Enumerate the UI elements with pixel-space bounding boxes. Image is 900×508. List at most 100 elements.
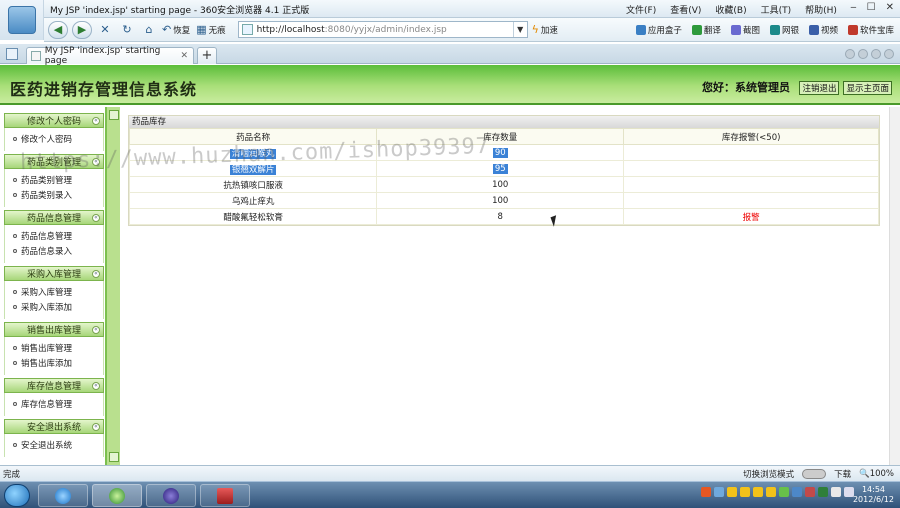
- sidebar-item[interactable]: 采购入库添加: [5, 299, 103, 314]
- clock-date: 2012/6/12: [852, 495, 894, 504]
- browser-360-icon: [109, 487, 125, 504]
- taskbar-eclipse[interactable]: [146, 484, 196, 507]
- restore-button[interactable]: ↶ 恢复: [162, 21, 192, 39]
- tray-icon[interactable]: [831, 487, 841, 497]
- compat-mode-button[interactable]: 切换浏览模式: [743, 468, 794, 480]
- sidebar-group-header[interactable]: 库存信息管理 «: [4, 378, 104, 393]
- speed-button[interactable]: ϟ 加速: [532, 21, 560, 39]
- home-page-link[interactable]: 显示主页面: [843, 81, 892, 95]
- menu-item[interactable]: 文件(F): [626, 3, 656, 16]
- tab-scroll-left-icon[interactable]: [845, 49, 855, 59]
- sidebar-item-label: 采购入库管理: [21, 287, 73, 298]
- splitter-down-button[interactable]: [109, 452, 119, 462]
- content-scrollbar[interactable]: [889, 107, 900, 465]
- maximize-icon[interactable]: ☐: [867, 2, 876, 13]
- sidebar-item[interactable]: 药品信息管理: [5, 228, 103, 243]
- logout-link[interactable]: 注销退出: [799, 81, 840, 95]
- menu-item[interactable]: 工具(T): [761, 3, 792, 16]
- sidebar-group-header[interactable]: 药品信息管理 «: [4, 210, 104, 225]
- taskbar-360-browser[interactable]: [92, 484, 142, 507]
- address-bar[interactable]: http://localhost:8080/yyjx/admin/index.j…: [237, 21, 528, 38]
- new-tab-button[interactable]: +: [197, 47, 217, 64]
- collapse-icon[interactable]: «: [92, 382, 100, 390]
- tray-icon[interactable]: [727, 487, 737, 497]
- app-shortcut-icon: [635, 24, 646, 35]
- tab-menu-icon[interactable]: [871, 49, 881, 59]
- menu-item[interactable]: 查看(V): [670, 3, 701, 16]
- sidebar-item[interactable]: 销售出库添加: [5, 355, 103, 370]
- home-button[interactable]: ⌂: [140, 21, 158, 39]
- collapse-icon[interactable]: «: [92, 423, 100, 431]
- tab-index-page[interactable]: My JSP 'index.jsp' starting page ✕: [26, 46, 194, 66]
- refresh-button[interactable]: ↻: [118, 21, 136, 39]
- sidebar-group-header[interactable]: 修改个人密码 «: [4, 113, 104, 128]
- cell-name: 乌鸡止痒丸: [128, 192, 378, 209]
- taskbar-app[interactable]: [200, 484, 250, 507]
- address-url[interactable]: http://localhost:8080/yyjx/admin/index.j…: [257, 25, 513, 35]
- tab-scroll-right-icon[interactable]: [858, 49, 868, 59]
- table-row: 抗热镇咳口服液 100: [128, 176, 879, 193]
- tray-icon[interactable]: [779, 487, 789, 497]
- splitter-up-button[interactable]: [109, 110, 119, 120]
- download-button[interactable]: 下载: [834, 468, 851, 480]
- zoom-icon: 🔍: [859, 468, 870, 479]
- collapse-icon[interactable]: «: [92, 117, 100, 125]
- taskbar-ie[interactable]: [38, 484, 88, 507]
- sidebar-group-title: 库存信息管理: [26, 382, 81, 392]
- app-shortcut[interactable]: 视频: [808, 24, 838, 36]
- collapse-icon[interactable]: «: [92, 326, 100, 334]
- tray-icon[interactable]: [714, 487, 724, 497]
- app-shortcut[interactable]: 软件宝库: [847, 24, 894, 36]
- refresh-icon: ↻: [122, 23, 132, 36]
- address-dropdown-icon[interactable]: ▼: [512, 22, 527, 37]
- sidebar-item[interactable]: 采购入库管理: [5, 284, 103, 299]
- browser-logo[interactable]: [0, 0, 44, 40]
- tab-close-icon[interactable]: ✕: [180, 51, 188, 61]
- bullet-icon: [13, 289, 17, 294]
- sidebar-item[interactable]: 销售出库管理: [5, 340, 103, 355]
- minimize-icon[interactable]: ‒: [850, 2, 856, 13]
- sidebar-item[interactable]: 安全退出系统: [5, 437, 103, 452]
- collapse-icon[interactable]: «: [92, 270, 100, 278]
- collapse-icon[interactable]: «: [92, 214, 100, 222]
- sidebar-group-header[interactable]: 采购入库管理 «: [4, 266, 104, 281]
- sidebar-group-header[interactable]: 安全退出系统 «: [4, 419, 104, 434]
- tray-icon[interactable]: [766, 487, 776, 497]
- sidebar-item[interactable]: 修改个人密码: [5, 131, 103, 146]
- app-shortcut[interactable]: 翻译: [691, 24, 721, 36]
- close-icon[interactable]: ✕: [886, 2, 894, 13]
- sidebar-item-label: 修改个人密码: [21, 134, 73, 145]
- tray-icon[interactable]: [753, 487, 763, 497]
- window-title: My JSP 'index.jsp' starting page - 360安全…: [50, 6, 310, 16]
- app-shortcut[interactable]: 网银: [769, 24, 799, 36]
- cell-qty-text: 8: [497, 211, 503, 222]
- tray-icon[interactable]: [805, 487, 815, 497]
- restore-label: 恢复: [173, 25, 191, 36]
- sidebar-group-header[interactable]: 销售出库管理 «: [4, 322, 104, 337]
- tab-close-all-icon[interactable]: [884, 49, 894, 59]
- menu-item[interactable]: 收藏(B): [715, 3, 746, 16]
- start-button[interactable]: [4, 484, 30, 507]
- back-button[interactable]: ◀: [48, 20, 68, 39]
- app-shortcut[interactable]: 应用盒子: [635, 24, 682, 36]
- tray-icon[interactable]: [818, 487, 828, 497]
- trace-button[interactable]: ▦ 无痕: [196, 21, 227, 39]
- sidebar-item-label: 安全退出系统: [21, 440, 73, 451]
- taskbar-clock[interactable]: 14:54 2012/6/12: [853, 485, 894, 505]
- stop-button[interactable]: ✕: [96, 21, 114, 39]
- clock-time: 14:54: [861, 485, 886, 494]
- sidebar-toggle-icon[interactable]: [6, 48, 18, 60]
- cell-name-text: 醋酸氟轻松软膏: [223, 212, 283, 223]
- mode-toggle-switch[interactable]: [802, 468, 827, 479]
- zoom-button[interactable]: 🔍100%: [859, 469, 894, 479]
- system-title: 医药进销存管理信息系统: [10, 80, 198, 99]
- sidebar-item[interactable]: 药品类别录入: [5, 187, 103, 202]
- forward-button[interactable]: ▶: [72, 20, 92, 39]
- menu-item[interactable]: 帮助(H): [805, 3, 837, 16]
- sidebar-item[interactable]: 药品信息录入: [5, 243, 103, 258]
- tray-icon[interactable]: [792, 487, 802, 497]
- app-shortcut[interactable]: 截图: [730, 24, 760, 36]
- sidebar-item[interactable]: 库存信息管理: [5, 396, 103, 411]
- tray-icon[interactable]: [701, 487, 711, 497]
- tray-icon[interactable]: [740, 487, 750, 497]
